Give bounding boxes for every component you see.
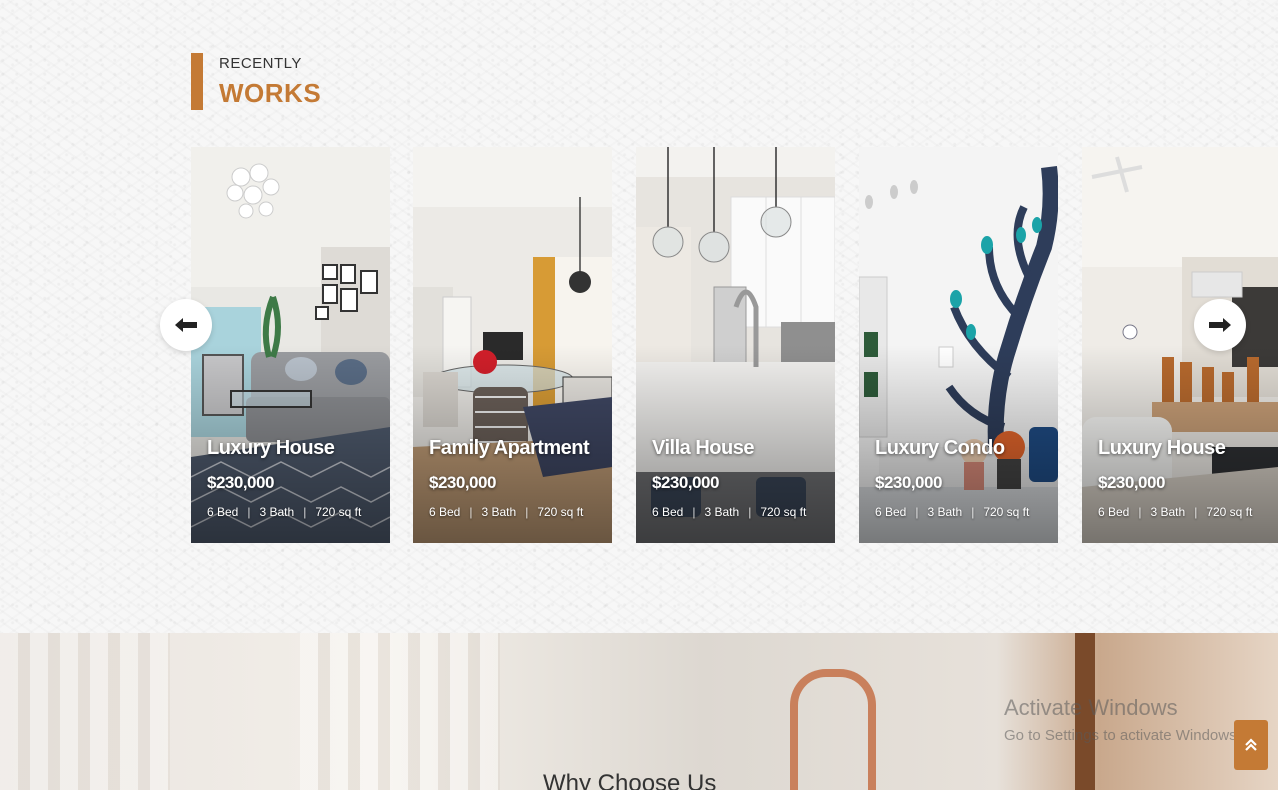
property-card[interactable]: Family Apartment $230,000 6 Bed | 3 Bath | 7…	[413, 147, 612, 543]
property-title[interactable]: Family Apartment	[429, 437, 590, 460]
carousel-prev-button[interactable]	[160, 299, 212, 351]
baths-count: 3 Bath	[704, 505, 740, 519]
double-chevron-up-icon	[1245, 738, 1257, 751]
property-price: $230,000	[652, 473, 719, 492]
baths-count: 3 Bath	[1150, 505, 1186, 519]
property-price: $230,000	[1098, 473, 1165, 492]
property-title[interactable]: Villa House	[652, 437, 754, 460]
property-price: $230,000	[207, 473, 274, 492]
property-title[interactable]: Luxury House	[1098, 437, 1226, 460]
section-title: WORKS	[219, 78, 322, 108]
property-card[interactable]: Luxury Condo $230,000 6 Bed | 3 Bath | 720 s…	[859, 147, 1058, 543]
area-size: 720 sq ft	[315, 505, 362, 519]
carousel-next-button[interactable]	[1194, 299, 1246, 351]
property-meta: 6 Bed | 3 Bath | 720 sq ft	[875, 505, 1030, 519]
beds-count: 6 Bed	[652, 505, 684, 519]
area-size: 720 sq ft	[537, 505, 584, 519]
property-meta: 6 Bed | 3 Bath | 720 sq ft	[429, 505, 584, 519]
property-price: $230,000	[875, 473, 942, 492]
property-card[interactable]: Villa House $230,000 6 Bed | 3 Bath | 720 sq…	[636, 147, 835, 543]
section-heading: RECENTLY WORKS	[191, 53, 321, 110]
arrow-right-icon	[1209, 318, 1231, 332]
beds-count: 6 Bed	[1098, 505, 1130, 519]
beds-count: 6 Bed	[429, 505, 461, 519]
baths-count: 3 Bath	[259, 505, 295, 519]
property-meta: 6 Bed | 3 Bath | 720 sq ft	[1098, 505, 1253, 519]
property-card[interactable]: Luxury House $230,000 6 Bed | 3 Bath | 720 s…	[1082, 147, 1278, 543]
section-title: Why Choose Us	[543, 770, 717, 790]
windows-activation-watermark: Activate Windows Go to Settings to activ…	[1004, 695, 1241, 744]
baths-count: 3 Bath	[481, 505, 517, 519]
property-meta: 6 Bed | 3 Bath | 720 sq ft	[207, 505, 362, 519]
why-choose-us-section: Why Choose Us Activate Windows Go to Set…	[0, 633, 1278, 790]
scroll-to-top-button[interactable]	[1234, 720, 1268, 770]
property-card[interactable]: Luxury House $230,000 6 Bed | 3 Bath | 720 s…	[191, 147, 390, 543]
section-subtitle: RECENTLY	[219, 55, 302, 72]
area-size: 720 sq ft	[983, 505, 1030, 519]
beds-count: 6 Bed	[207, 505, 239, 519]
beds-count: 6 Bed	[875, 505, 907, 519]
baths-count: 3 Bath	[927, 505, 963, 519]
property-title[interactable]: Luxury House	[207, 437, 335, 460]
property-carousel: Luxury House $230,000 6 Bed | 3 Bath | 720 s…	[191, 147, 1278, 543]
arrow-left-icon	[175, 318, 197, 332]
property-meta: 6 Bed | 3 Bath | 720 sq ft	[652, 505, 807, 519]
lamp-image	[790, 669, 876, 790]
recent-works-section: RECENTLY WORKS Luxury House $230,000 6 B…	[0, 0, 1278, 633]
area-size: 720 sq ft	[760, 505, 807, 519]
area-size: 720 sq ft	[1206, 505, 1253, 519]
property-price: $230,000	[429, 473, 496, 492]
property-title[interactable]: Luxury Condo	[875, 437, 1005, 460]
